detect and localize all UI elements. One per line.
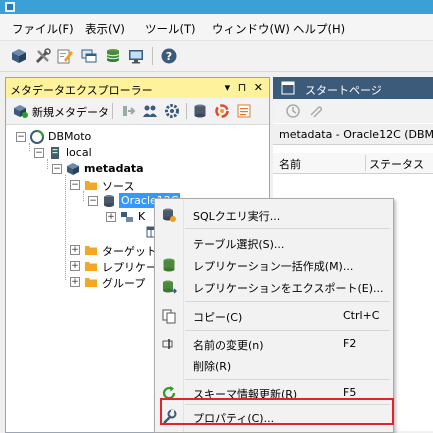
grid-header: 名前 ステータス — [273, 153, 433, 174]
tree-label: local — [66, 146, 92, 159]
menu-item-label: レプリケーション一括作成(M)... — [193, 260, 354, 273]
cube-icon — [67, 163, 79, 175]
tree-connector — [29, 143, 30, 151]
tab-label: スタートページ — [305, 84, 382, 97]
expand-toggle[interactable]: + — [106, 212, 116, 222]
collapse-toggle[interactable]: − — [70, 180, 80, 190]
collapse-toggle[interactable]: − — [88, 196, 98, 206]
menu-bar: ファイル(F) 表示(V) ツール(T) ウィンドウ(W) ヘルプ(H) — [0, 14, 433, 41]
content-header: metadata - Oracle12C (DBMoto — [273, 124, 433, 145]
toolbar-separator — [112, 103, 113, 119]
menu-item-bulk-create-replication[interactable]: レプリケーション一括作成(M)... — [155, 254, 393, 276]
list-icon[interactable] — [236, 103, 252, 119]
menu-tools[interactable]: ツール(T) — [145, 21, 196, 37]
folder-icon — [85, 278, 97, 287]
panel-title: メタデータエクスプローラー — [10, 84, 153, 97]
history-icon[interactable] — [285, 103, 301, 119]
tree-label: K — [138, 210, 146, 223]
menu-item-export-replication[interactable]: レプリケーションをエクスポート(E)... — [155, 276, 393, 298]
database-stack-icon[interactable] — [104, 47, 122, 65]
highlight-annotation-box — [160, 398, 394, 425]
column-divider[interactable] — [365, 155, 366, 171]
menu-item-label: 名前の変更(n) — [193, 339, 264, 352]
menu-item-label: SQLクエリ実行... — [193, 210, 281, 223]
panel-window-buttons[interactable]: ▾ ⊓ ✕ — [225, 81, 265, 94]
tab-start-page[interactable]: スタートページ — [273, 77, 433, 99]
menu-item-rename[interactable]: 名前の変更(n) F2 — [155, 333, 393, 355]
content-header-text: metadata - Oracle12C (DBMoto — [279, 128, 433, 141]
column-header-status[interactable]: ステータス — [369, 156, 424, 172]
schema-icon — [121, 212, 133, 222]
database-icon — [104, 195, 114, 207]
expand-toggle[interactable]: + — [70, 277, 80, 287]
menu-view[interactable]: 表示(V) — [85, 21, 125, 37]
menu-item-label: 削除(R) — [193, 360, 232, 373]
tree-label: グループ — [102, 277, 146, 290]
cube-icon[interactable] — [10, 47, 28, 65]
menu-item-sql-query[interactable]: SQLクエリ実行... — [155, 204, 393, 226]
folder-icon — [85, 246, 97, 255]
tools-icon[interactable] — [34, 47, 52, 65]
start-page-toolbar — [273, 99, 433, 123]
menu-item-delete[interactable]: 削除(R) — [155, 354, 393, 376]
window-icon — [281, 81, 295, 95]
attach-icon[interactable] — [307, 103, 323, 119]
menu-window[interactable]: ウィンドウ(W) — [212, 21, 290, 37]
menu-item-label: レプリケーションをエクスポート(E)... — [193, 282, 384, 295]
app-icon — [5, 2, 15, 12]
sync-icon[interactable] — [214, 103, 230, 119]
toolbar-separator — [152, 47, 153, 65]
expand-toggle[interactable]: + — [70, 261, 80, 271]
tree-connector — [65, 175, 66, 280]
help-icon[interactable]: ? — [160, 47, 178, 65]
menu-separator — [185, 301, 390, 302]
tree-label: metadata — [84, 162, 144, 175]
menu-help[interactable]: ヘルプ(H) — [293, 21, 345, 37]
menu-item-select-tables[interactable]: テーブル選択(S)... — [155, 232, 393, 254]
collapse-toggle[interactable]: − — [34, 148, 44, 158]
tree-connector — [47, 159, 48, 169]
menu-item-copy[interactable]: コピー(C) Ctrl+C — [155, 305, 393, 327]
new-metadata-icon[interactable] — [12, 103, 28, 119]
edit-icon[interactable] — [56, 47, 74, 65]
tree-label: ソース — [102, 180, 135, 193]
menu-separator — [185, 228, 390, 229]
new-metadata-button[interactable]: 新規メタデータ — [32, 104, 109, 120]
database-export-icon — [163, 280, 177, 294]
copy-icon — [162, 309, 176, 324]
collapse-toggle[interactable]: − — [16, 132, 26, 142]
database-stack-icon — [163, 258, 175, 272]
menu-item-label: テーブル選択(S)... — [193, 238, 285, 251]
menu-item-shortcut: Ctrl+C — [343, 309, 380, 322]
rename-icon — [162, 339, 173, 349]
tree-connector — [83, 191, 84, 201]
main-toolbar: ? — [0, 41, 433, 72]
database-icon[interactable] — [192, 103, 208, 119]
panel-toolbar: 新規メタデータ — [6, 98, 269, 125]
window-title-strip — [0, 0, 433, 14]
menu-file[interactable]: ファイル(F) — [12, 21, 74, 37]
collapse-toggle[interactable]: − — [52, 164, 62, 174]
settings-icon[interactable] — [164, 103, 180, 119]
server-icon — [51, 147, 59, 159]
tree-label: DBMoto — [48, 130, 92, 143]
menu-separator — [185, 330, 390, 331]
folder-icon — [85, 181, 97, 190]
connect-icon[interactable] — [120, 103, 136, 119]
database-icon — [163, 208, 176, 222]
monitor-icon[interactable] — [127, 47, 145, 65]
windows-icon[interactable] — [80, 47, 98, 65]
menu-item-label: コピー(C) — [193, 311, 243, 324]
svg-text:?: ? — [166, 50, 172, 63]
panel-title-bar: メタデータエクスプローラー ▾ ⊓ ✕ — [6, 78, 269, 98]
folder-icon — [85, 262, 97, 271]
expand-toggle[interactable]: + — [70, 245, 80, 255]
menu-item-shortcut: F2 — [343, 337, 357, 350]
tree-label: ターゲット — [102, 245, 157, 258]
menu-separator — [185, 379, 390, 380]
users-icon[interactable] — [142, 103, 158, 119]
column-header-name[interactable]: 名前 — [279, 156, 301, 172]
dbmoto-icon — [30, 130, 44, 144]
toolbar-separator — [186, 103, 187, 119]
